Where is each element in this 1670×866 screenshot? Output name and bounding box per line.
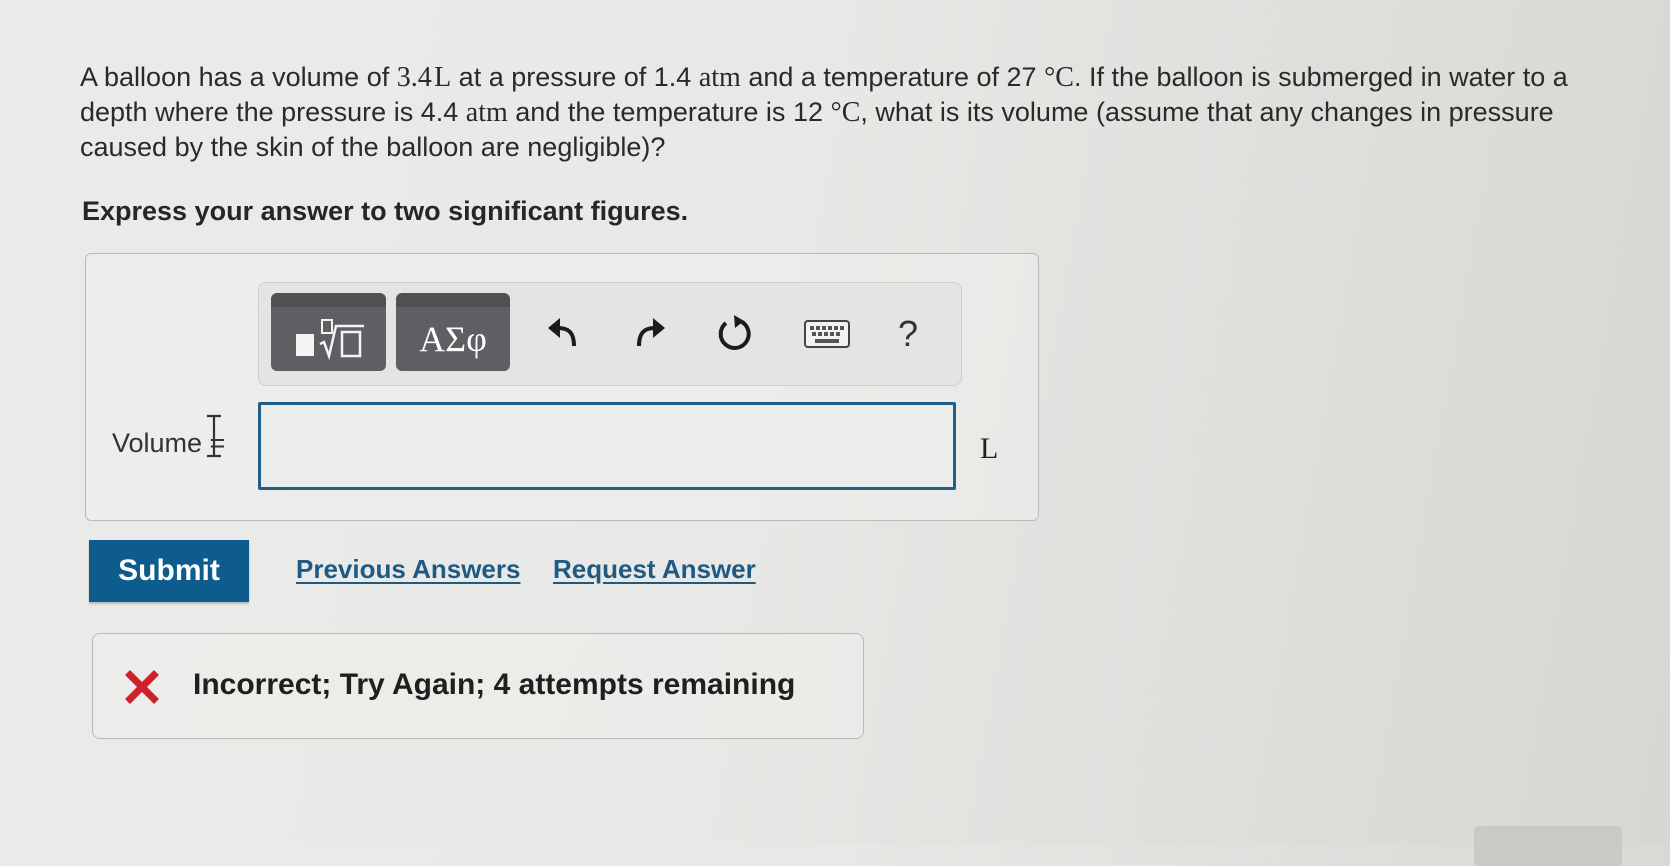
reset-button[interactable] <box>710 309 760 359</box>
final-temperature-unit: °C <box>830 97 861 128</box>
initial-temperature-value: 27 <box>1006 62 1037 92</box>
templates-button[interactable] <box>271 293 386 371</box>
initial-volume-unit: L <box>434 62 452 93</box>
keyboard-icon <box>804 320 850 348</box>
question-part: at a pressure of <box>451 62 654 92</box>
initial-pressure-unit: atm <box>698 62 741 93</box>
text-cursor-icon <box>207 414 221 458</box>
question-part: and the temperature is <box>507 97 793 127</box>
previous-answers-link[interactable]: Previous Answers <box>296 554 520 585</box>
question-text: A balloon has a volume of 3.4 L at a pre… <box>80 60 1620 165</box>
submit-button[interactable]: Submit <box>89 540 249 602</box>
feedback-message: Incorrect; Try Again; 4 attempts remaini… <box>193 668 796 701</box>
request-answer-link[interactable]: Request Answer <box>553 554 756 585</box>
next-button[interactable] <box>1474 826 1622 866</box>
keyboard-button[interactable] <box>799 309 855 359</box>
question-part: and a temperature of <box>740 62 1007 92</box>
initial-temperature-unit: °C <box>1044 62 1074 93</box>
redo-button[interactable] <box>624 309 674 359</box>
reset-icon <box>718 315 751 350</box>
undo-button[interactable] <box>539 309 589 359</box>
help-button[interactable]: ? <box>883 309 933 359</box>
final-pressure-unit: atm <box>465 97 508 128</box>
question-part: A balloon has a volume of <box>80 62 397 92</box>
initial-volume-value: 3.4 <box>396 62 432 93</box>
greek-symbols-button[interactable]: ΑΣφ <box>396 293 510 371</box>
volume-answer-input[interactable] <box>258 402 956 490</box>
redo-icon <box>637 318 665 347</box>
final-temperature-value: 12 <box>792 97 823 127</box>
volume-unit: L <box>980 432 999 465</box>
undo-icon <box>548 318 576 347</box>
instruction-text: Express your answer to two significant f… <box>82 196 689 226</box>
feedback-panel: Incorrect; Try Again; 4 attempts remaini… <box>92 633 864 739</box>
math-toolbar: ΑΣφ ? <box>258 282 962 386</box>
templates-icon <box>295 319 364 361</box>
final-pressure-value: 4.4 <box>420 97 459 127</box>
x-mark-icon <box>125 670 159 704</box>
initial-pressure-value: 1.4 <box>653 62 692 92</box>
